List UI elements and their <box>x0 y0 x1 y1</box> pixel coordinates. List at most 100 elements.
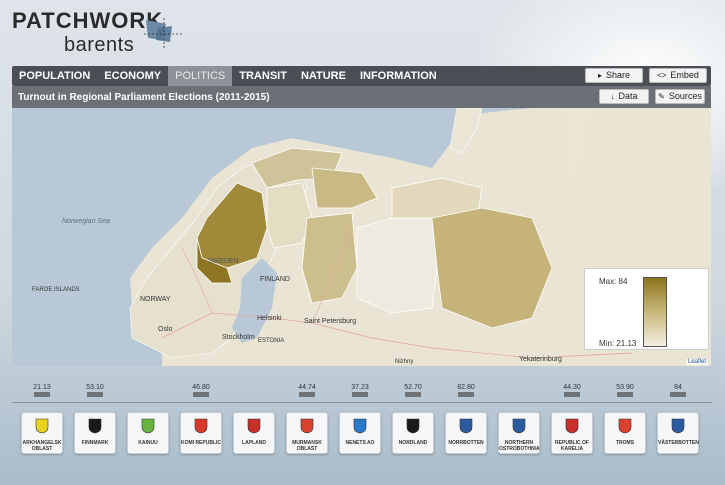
coat-of-arms-icon <box>35 418 49 434</box>
share-label: Share <box>605 70 631 80</box>
region-value-marker: 53.10 <box>80 384 110 397</box>
region-value-label: 53.90 <box>616 384 634 391</box>
region-value-marker: 44.74 <box>292 384 322 397</box>
region-card[interactable]: REPUBLIC OF KARELIA <box>551 412 593 454</box>
label-helsinki: Helsinki <box>257 315 282 322</box>
value-axis-line <box>12 402 712 403</box>
region-value-bar <box>87 392 103 397</box>
region-value-label: 37.23 <box>351 384 369 391</box>
chart-title-bar: Turnout in Regional Parliament Elections… <box>12 86 711 108</box>
data-label: Data <box>618 91 638 101</box>
embed-button[interactable]: <> Embed <box>649 68 707 83</box>
label-finland: FINLAND <box>260 276 290 283</box>
label-norway: NORWAY <box>140 296 171 303</box>
region-card-label: LAPLAND <box>242 440 266 446</box>
coat-of-arms-icon <box>88 418 102 434</box>
region-value-label: 84 <box>674 384 682 391</box>
legend-max-label: Max: 84 <box>599 277 628 286</box>
region-value-label: 21.13 <box>33 384 51 391</box>
region-card-label: VÄSTERBOTTEN <box>658 440 699 446</box>
region-komi[interactable] <box>431 207 553 329</box>
region-card[interactable]: ARKHANGELSK OBLAST <box>21 412 63 454</box>
data-button[interactable]: ↓ Data <box>599 89 649 104</box>
region-card-label: NENETS AO <box>345 440 375 446</box>
share-icon: ▸ <box>597 71 602 80</box>
region-card[interactable]: VÄSTERBOTTEN <box>657 412 699 454</box>
region-card-label: NORDLAND <box>398 440 428 446</box>
region-card[interactable]: KOMI REPUBLIC <box>180 412 222 454</box>
region-card-label: NORRBOTTEN <box>448 440 484 446</box>
nav-transit[interactable]: TRANSIT <box>232 66 294 86</box>
nav-information[interactable]: INFORMATION <box>353 66 444 86</box>
region-value-label: 53.10 <box>86 384 104 391</box>
embed-icon: <> <box>657 71 667 80</box>
region-card[interactable]: TROMS <box>604 412 646 454</box>
region-value-marker: 84 <box>663 384 693 397</box>
region-value-bar <box>458 392 474 397</box>
leaflet-attribution-link[interactable]: Leaflet <box>685 359 708 365</box>
nav-politics[interactable]: POLITICS <box>168 66 233 86</box>
region-card[interactable]: KAINUU <box>127 412 169 454</box>
region-value-marker: 82.80 <box>451 384 481 397</box>
label-estonia: ESTONIA <box>258 338 285 344</box>
region-card[interactable]: MURMANSK OBLAST <box>286 412 328 454</box>
label-oslo: Oslo <box>158 326 173 333</box>
region-card-label: FINNMARK <box>81 440 109 446</box>
region-value-bar <box>34 392 50 397</box>
region-card-label: REPUBLIC OF KARELIA <box>555 440 589 452</box>
coat-of-arms-icon <box>512 418 526 434</box>
region-selector-strip: 21.13 53.10 46.80 44.74 37.23 52.70 82.80 44.30… <box>0 366 725 485</box>
region-card-label: KOMI REPUBLIC <box>181 440 221 446</box>
region-value-marker: 53.90 <box>610 384 640 397</box>
region-value-label: 44.74 <box>298 384 316 391</box>
choropleth-map[interactable]: Norwegian Sea FAROE ISLANDS NORWAY SWEDE… <box>12 108 711 366</box>
region-card[interactable]: NORRBOTTEN <box>445 412 487 454</box>
page-title: Turnout in Regional Parliament Elections… <box>18 91 270 103</box>
legend-min-label: Min: 21.13 <box>599 339 637 348</box>
share-button[interactable]: ▸ Share <box>585 68 643 83</box>
region-card[interactable]: NORDLAND <box>392 412 434 454</box>
embed-label: Embed <box>670 70 699 80</box>
region-arkhangelsk[interactable] <box>356 217 438 314</box>
region-value-bar <box>352 392 368 397</box>
region-card[interactable]: FINNMARK <box>74 412 116 454</box>
coat-of-arms-icon <box>141 418 155 434</box>
region-value-bar <box>564 392 580 397</box>
region-value-label: 52.70 <box>404 384 422 391</box>
region-value-marker: 44.30 <box>557 384 587 397</box>
region-value-marker: 46.80 <box>186 384 216 397</box>
coat-of-arms-icon <box>671 418 685 434</box>
region-value-marker: 37.23 <box>345 384 375 397</box>
region-value-label: 44.30 <box>563 384 581 391</box>
region-card[interactable]: NORTHERN OSTROBOTHNIA <box>498 412 540 454</box>
region-card[interactable]: NENETS AO <box>339 412 381 454</box>
nav-population[interactable]: POPULATION <box>12 66 97 86</box>
region-card-label: TROMS <box>615 440 635 446</box>
nav-nature[interactable]: NATURE <box>294 66 353 86</box>
coat-of-arms-icon <box>300 418 314 434</box>
data-icon: ↓ <box>610 92 615 101</box>
coat-of-arms-icon <box>406 418 420 434</box>
region-value-bar <box>670 392 686 397</box>
coat-of-arms-icon <box>565 418 579 434</box>
label-norwegian-sea: Norwegian Sea <box>62 218 110 225</box>
sources-label: Sources <box>668 91 702 101</box>
sources-icon: ✎ <box>658 92 665 101</box>
coat-of-arms-icon <box>194 418 208 434</box>
region-value-label: 82.80 <box>457 384 475 391</box>
label-nizhny: Nizhny <box>395 359 414 365</box>
coat-of-arms-icon <box>459 418 473 434</box>
region-card-label: KAINUU <box>138 440 158 446</box>
label-saint-petersburg: Saint Petersburg <box>304 318 357 325</box>
sources-button[interactable]: ✎ Sources <box>655 89 705 104</box>
region-card-label: NORTHERN OSTROBOTHNIA <box>499 440 540 452</box>
coat-of-arms-icon <box>247 418 261 434</box>
patchwork-barents-logo[interactable]: PATCHWORK barents <box>12 10 182 60</box>
coat-of-arms-icon <box>353 418 367 434</box>
region-value-marker: 21.13 <box>27 384 57 397</box>
map-legend: Max: 84 Min: 21.13 <box>584 268 709 350</box>
nav-economy[interactable]: ECONOMY <box>97 66 168 86</box>
region-card[interactable]: LAPLAND <box>233 412 275 454</box>
logo-text-bottom: barents <box>64 34 135 56</box>
region-value-marker: 52.70 <box>398 384 428 397</box>
